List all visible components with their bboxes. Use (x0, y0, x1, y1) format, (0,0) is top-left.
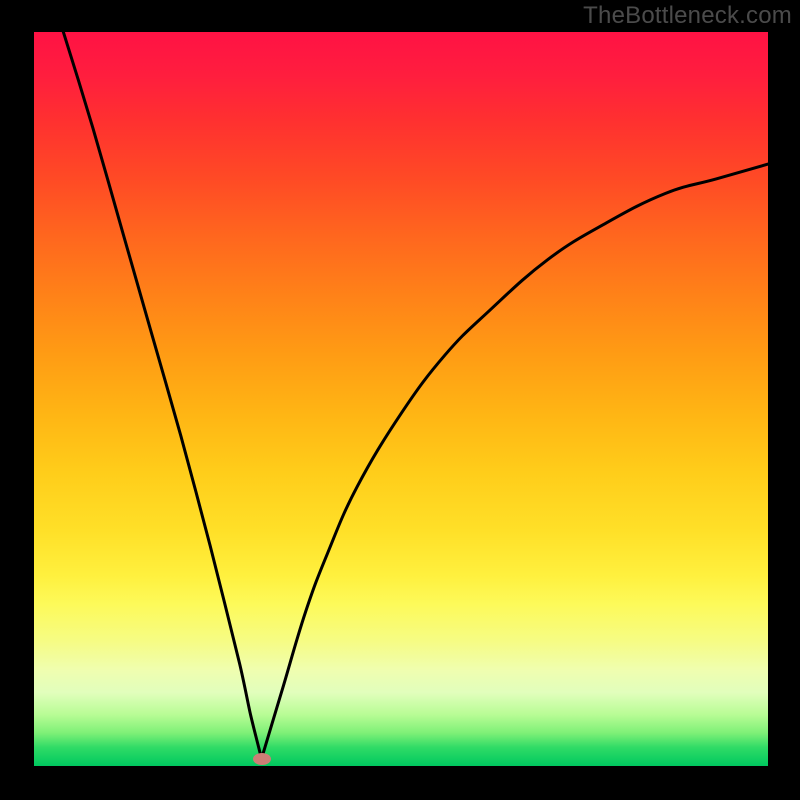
chart-container: TheBottleneck.com (0, 0, 800, 800)
minimum-marker (253, 753, 271, 765)
plot-area (34, 32, 768, 766)
bottleneck-curve (34, 32, 768, 766)
watermark-label: TheBottleneck.com (583, 2, 792, 30)
